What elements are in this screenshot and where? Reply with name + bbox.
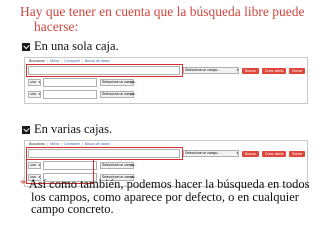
field-select[interactable]: Seleccione un campo... xyxy=(183,150,239,157)
operator-select[interactable]: AND xyxy=(28,79,41,86)
tab-buscando[interactable]: Buscando xyxy=(28,59,46,63)
create-alert-button[interactable]: Crear alerta xyxy=(261,150,287,157)
clear-button[interactable]: Borrar xyxy=(289,67,306,74)
search-term-input[interactable] xyxy=(28,66,180,75)
search-term-input[interactable] xyxy=(43,90,97,99)
search-term-input[interactable] xyxy=(28,149,180,158)
field-select[interactable]: Seleccione un campo... xyxy=(100,79,137,86)
search-term-input[interactable] xyxy=(43,161,97,170)
checkbox-bullet-icon xyxy=(22,42,30,51)
operator-select[interactable]: AND xyxy=(28,162,41,169)
search-term-input[interactable] xyxy=(43,78,97,87)
slide-heading: Hay que tener en cuenta que la búsqueda … xyxy=(20,4,305,34)
search-row-1: Seleccione un campo... Buscar Crear aler… xyxy=(28,149,306,158)
bullet-single-box: En una sola caja. xyxy=(22,39,119,54)
bullet-label: En una sola caja. xyxy=(34,39,119,53)
footer-text: Así como también, podemos hacer la búsqu… xyxy=(28,177,310,216)
tab-compartir[interactable]: Compartir xyxy=(63,59,81,63)
search-row-2: AND Seleccione un campo... xyxy=(28,161,137,170)
search-tabs: Buscando | Niños | Compartir | Busca de dat… xyxy=(28,59,111,63)
search-row-1: Seleccione un campo... Buscar Crear aler… xyxy=(28,66,306,75)
tab-buscando[interactable]: Buscando xyxy=(28,142,46,146)
tab-busca-datos[interactable]: Busca de datos xyxy=(84,142,111,146)
create-alert-button[interactable]: Crear alerta xyxy=(261,67,287,74)
asterisk-bullet: * xyxy=(20,177,27,191)
operator-select[interactable]: AND xyxy=(28,91,41,98)
clear-button[interactable]: Borrar xyxy=(289,150,306,157)
search-row-3: AND Seleccione un campo... xyxy=(28,90,137,99)
tab-ninos[interactable]: Niños xyxy=(49,59,60,63)
tab-busca-datos[interactable]: Busca de datos xyxy=(84,59,111,63)
search-button[interactable]: Buscar xyxy=(242,150,259,157)
field-select[interactable]: Seleccione un campo... xyxy=(183,67,239,74)
search-form-screenshot-single: Buscando | Niños | Compartir | Busca de dat… xyxy=(24,57,308,104)
search-tabs: Buscando | Niños | Compartir | Busca de dat… xyxy=(28,142,111,146)
field-select[interactable]: Seleccione un campo... xyxy=(100,91,137,98)
bullet-multiple-boxes: En varias cajas. xyxy=(22,122,112,137)
search-button[interactable]: Buscar xyxy=(242,67,259,74)
tab-ninos[interactable]: Niños xyxy=(49,142,60,146)
bullet-label: En varias cajas. xyxy=(34,122,113,136)
tab-compartir[interactable]: Compartir xyxy=(63,142,81,146)
field-select[interactable]: Seleccione un campo... xyxy=(100,162,137,169)
search-row-2: AND Seleccione un campo... xyxy=(28,78,137,87)
checkbox-bullet-icon xyxy=(22,125,30,134)
footer-note: * Así como también, podemos hacer la bús… xyxy=(20,178,320,216)
